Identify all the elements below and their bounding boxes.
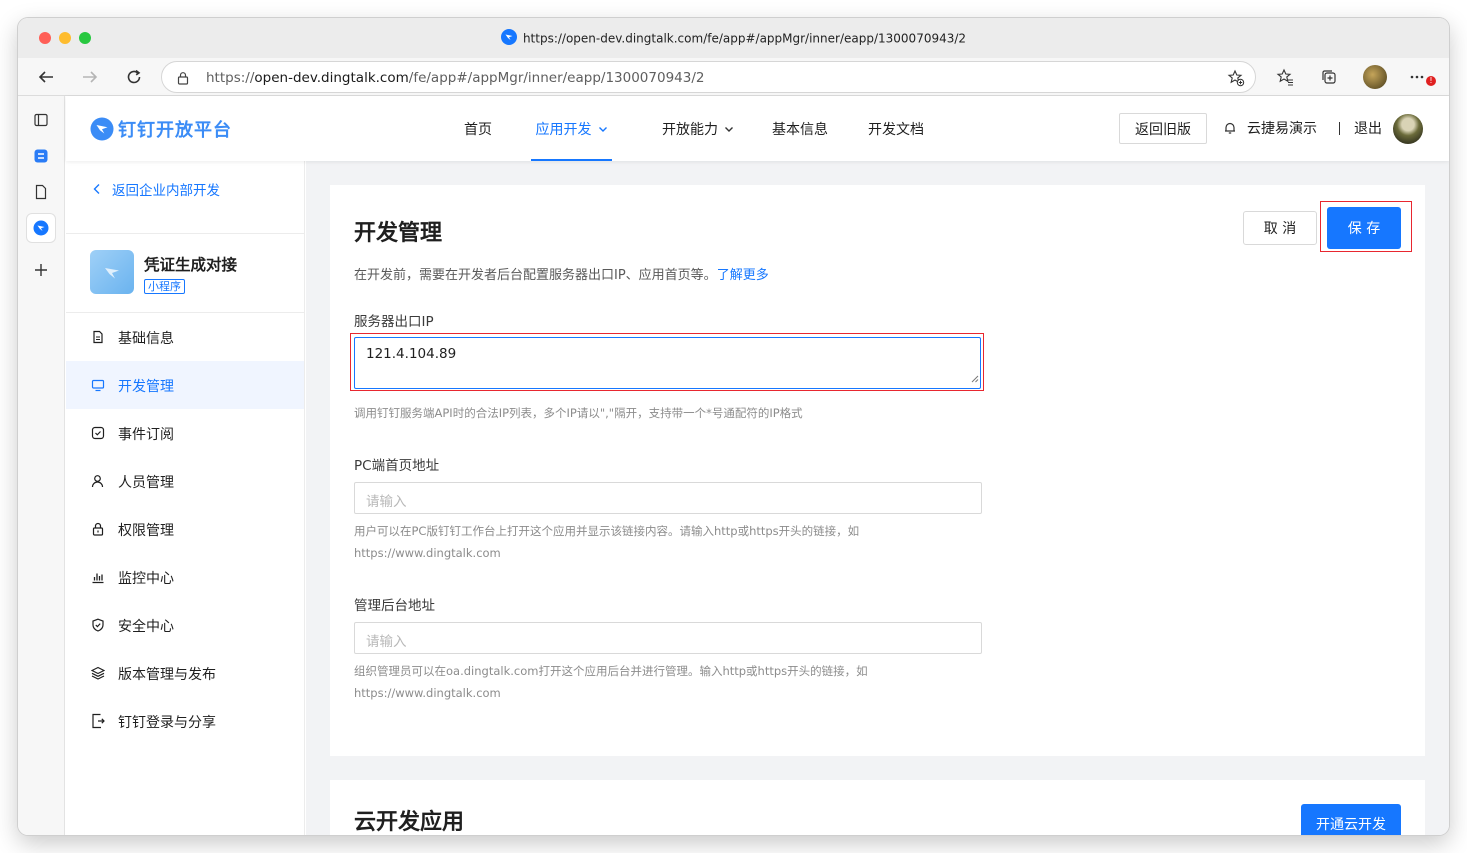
sidebar: 返回企业内部开发 凭证生成对接 小程序 基础信息 开发管理 事件订阅 人员管理 [66, 161, 305, 835]
back-arrow-icon[interactable] [34, 65, 58, 89]
sidebar-item-personnel[interactable]: 人员管理 [66, 457, 304, 505]
dingtalk-logo-icon [90, 117, 114, 141]
monitor-icon [90, 377, 106, 393]
pc-homepage-help-example: https://www.dingtalk.com [354, 546, 501, 560]
subscribe-icon [90, 425, 106, 441]
return-old-version-button[interactable]: 返回旧版 [1119, 113, 1207, 144]
more-options-icon[interactable] [1406, 66, 1428, 88]
app-type-badge: 小程序 [144, 279, 185, 294]
cloud-dev-title: 云开发应用 [354, 810, 465, 835]
admin-url-help: 组织管理员可以在oa.dingtalk.com打开这个应用后台并进行管理。输入h… [354, 664, 868, 678]
app-card: 凭证生成对接 小程序 [90, 250, 300, 300]
divider [66, 233, 305, 234]
shield-icon [90, 617, 106, 633]
enable-cloud-dev-button[interactable]: 开通云开发 [1301, 804, 1401, 835]
resize-grip-icon[interactable] [970, 368, 979, 387]
share-icon [90, 713, 106, 729]
forward-arrow-icon[interactable] [78, 65, 102, 89]
user-icon [90, 473, 106, 489]
pc-homepage-help: 用户可以在PC版钉钉工作台上打开这个应用并显示该链接内容。请输入http或htt… [354, 524, 860, 538]
document-icon [90, 329, 106, 345]
cloud-dev-panel: 云开发应用 开通云开发 [330, 780, 1425, 835]
chevron-down-icon [724, 124, 734, 134]
window-title: https://open-dev.dingtalk.com/fe/app#/ap… [18, 29, 1449, 48]
url-text[interactable]: https://open-dev.dingtalk.com/fe/app#/ap… [206, 70, 704, 86]
org-switcher[interactable]: 云捷易演示 [1223, 118, 1317, 138]
sidebar-item-basic-info[interactable]: 基础信息 [66, 313, 304, 361]
sidebar-item-event-subscription[interactable]: 事件订阅 [66, 409, 304, 457]
admin-url-help-example: https://www.dingtalk.com [354, 686, 501, 700]
nav-dev-docs[interactable]: 开发文档 [868, 96, 924, 161]
reload-icon[interactable] [122, 65, 146, 89]
tab-dingtalk-icon[interactable] [27, 214, 55, 242]
pc-homepage-input[interactable]: 请输入 [354, 482, 982, 514]
sidebar-item-login-share[interactable]: 钉钉登录与分享 [66, 697, 304, 745]
bell-icon[interactable] [1223, 121, 1237, 135]
add-favorite-icon[interactable] [1227, 69, 1245, 91]
nav-open-capabilities[interactable]: 开放能力 [662, 96, 734, 161]
cancel-button[interactable]: 取 消 [1243, 211, 1317, 245]
sidebar-item-security[interactable]: 安全中心 [66, 601, 304, 649]
brand-logo[interactable]: 钉钉开放平台 [90, 116, 232, 142]
server-ip-help: 调用钉钉服务端API时的合法IP列表，多个IP请以","隔开，支持带一个*号通配… [354, 406, 803, 420]
browser-toolbar: https://open-dev.dingtalk.com/fe/app#/ap… [18, 58, 1449, 96]
chevron-down-icon [598, 124, 608, 134]
user-avatar[interactable] [1393, 114, 1423, 144]
app-logo-icon [90, 250, 134, 294]
tab-app-icon[interactable] [27, 142, 55, 170]
server-ip-label: 服务器出口IP [354, 314, 434, 330]
browser-window: https://open-dev.dingtalk.com/fe/app#/ap… [18, 18, 1449, 835]
sidebar-item-permissions[interactable]: 权限管理 [66, 505, 304, 553]
notification-badge: ! [1426, 76, 1436, 86]
nav-home[interactable]: 首页 [464, 96, 492, 161]
profile-avatar[interactable] [1363, 65, 1387, 89]
admin-url-input[interactable]: 请输入 [354, 622, 982, 654]
main-content: 开发管理 取 消 保 存 在开发前，需要在开发者后台配置服务器出口IP、应用首页… [306, 161, 1449, 835]
nav-app-development[interactable]: 应用开发 [531, 96, 612, 161]
vertical-tab-strip [18, 96, 65, 835]
server-ip-textarea[interactable]: 121.4.104.89 [354, 337, 981, 389]
pc-homepage-label: PC端首页地址 [354, 458, 440, 474]
server-ip-value: 121.4.104.89 [366, 346, 457, 362]
layers-icon [90, 665, 106, 681]
save-button[interactable]: 保 存 [1327, 207, 1401, 249]
collections-icon[interactable] [1318, 66, 1340, 88]
nav-basic-info[interactable]: 基本信息 [772, 96, 828, 161]
divider [1339, 122, 1340, 135]
back-to-internal-dev-link[interactable]: 返回企业内部开发 [92, 179, 220, 199]
learn-more-link[interactable]: 了解更多 [717, 268, 769, 283]
sidebar-item-version-release[interactable]: 版本管理与发布 [66, 649, 304, 697]
tab-actions-icon[interactable] [27, 106, 55, 134]
bar-chart-icon [90, 569, 106, 585]
favorites-icon[interactable] [1274, 66, 1296, 88]
app-header: 钉钉开放平台 首页 应用开发 开放能力 基本信息 开发文档 返回旧版 云捷易演示… [66, 96, 1449, 161]
dev-management-panel: 开发管理 取 消 保 存 在开发前，需要在开发者后台配置服务器出口IP、应用首页… [330, 185, 1425, 756]
admin-url-label: 管理后台地址 [354, 598, 435, 614]
dingtalk-favicon-icon [500, 29, 517, 48]
brand-name: 钉钉开放平台 [118, 120, 232, 141]
chevron-left-icon [92, 183, 102, 195]
sidebar-item-monitoring[interactable]: 监控中心 [66, 553, 304, 601]
tab-document-icon[interactable] [27, 178, 55, 206]
page-description: 在开发前，需要在开发者后台配置服务器出口IP、应用首页等。了解更多 [354, 268, 769, 283]
logout-link[interactable]: 退出 [1354, 118, 1382, 138]
page-title: 开发管理 [354, 221, 443, 246]
new-tab-plus-icon[interactable] [27, 256, 55, 284]
address-bar[interactable]: https://open-dev.dingtalk.com/fe/app#/ap… [161, 61, 1256, 93]
app-name: 凭证生成对接 [144, 256, 238, 274]
title-bar: https://open-dev.dingtalk.com/fe/app#/ap… [18, 18, 1449, 58]
lock-icon [90, 521, 106, 537]
sidebar-item-dev-management[interactable]: 开发管理 [66, 361, 304, 409]
lock-icon[interactable] [176, 70, 190, 89]
